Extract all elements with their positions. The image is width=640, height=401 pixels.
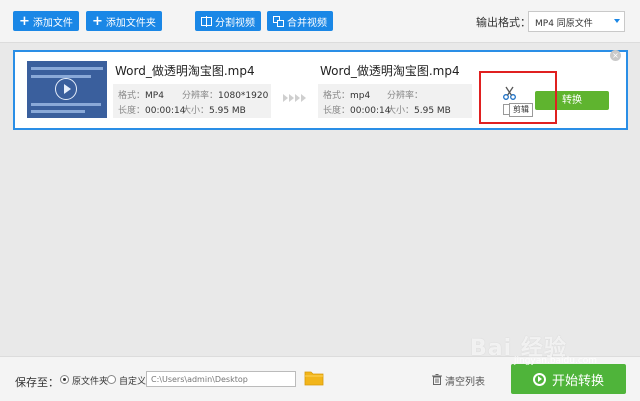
radio-custom[interactable] [107, 375, 116, 384]
save-path-input[interactable] [146, 371, 296, 387]
split-video-icon [201, 15, 212, 27]
split-video-button[interactable]: 分割视频 [195, 11, 261, 31]
radio-source-folder-label: 原文件夹 [72, 377, 109, 387]
target-size: 大小：5.95 MB [387, 106, 451, 116]
output-format-value: MP4 同原文件 [535, 19, 593, 29]
folder-icon[interactable] [304, 369, 324, 386]
close-icon[interactable]: × [610, 50, 621, 61]
split-video-label: 分割视频 [215, 17, 255, 29]
merge-video-button[interactable]: 合并视频 [267, 11, 333, 31]
target-resolution: 分辨率： [387, 91, 424, 101]
merge-video-icon [273, 15, 284, 27]
play-circle-icon [532, 372, 546, 386]
add-folder-button[interactable]: + 添加文件夹 [86, 11, 162, 31]
arrow-right-icon [283, 94, 306, 102]
trash-icon [432, 373, 442, 388]
source-resolution: 分辨率：1080*1920 [182, 91, 269, 101]
output-format-select[interactable]: MP4 同原文件 [528, 11, 625, 32]
source-filename: Word_做透明淘宝图.mp4 [115, 64, 255, 78]
clear-list-button[interactable]: 清空列表 [432, 373, 485, 388]
target-filename: Word_做透明淘宝图.mp4 [320, 64, 460, 78]
save-to-label: 保存至： [15, 376, 59, 389]
watermark-url: jingyan.baidu.com [514, 356, 598, 366]
highlight-annotation-box [479, 71, 557, 124]
radio-source-folder[interactable] [60, 375, 69, 384]
plus-icon: + [19, 13, 30, 29]
source-format: 格式：MP4 [118, 91, 164, 101]
merge-video-label: 合并视频 [287, 17, 327, 29]
video-thumbnail[interactable] [27, 61, 107, 118]
plus-icon: + [92, 13, 103, 29]
add-file-label: 添加文件 [32, 17, 73, 29]
play-icon [55, 78, 77, 100]
start-convert-label: 开始转换 [551, 373, 604, 389]
clear-list-label: 清空列表 [445, 377, 485, 388]
radio-custom-label: 自定义 [119, 377, 147, 387]
source-size: 大小：5.95 MB [182, 106, 246, 116]
output-format-label: 输出格式： [476, 16, 531, 29]
add-folder-label: 添加文件夹 [105, 17, 156, 29]
target-duration: 长度：00:00:14 [323, 106, 391, 116]
chevron-down-icon [614, 19, 620, 23]
target-format: 格式：mp4 [323, 91, 371, 101]
source-duration: 长度：00:00:14 [118, 106, 186, 116]
add-file-button[interactable]: + 添加文件 [13, 11, 79, 31]
start-convert-button[interactable]: 开始转换 [511, 364, 626, 394]
